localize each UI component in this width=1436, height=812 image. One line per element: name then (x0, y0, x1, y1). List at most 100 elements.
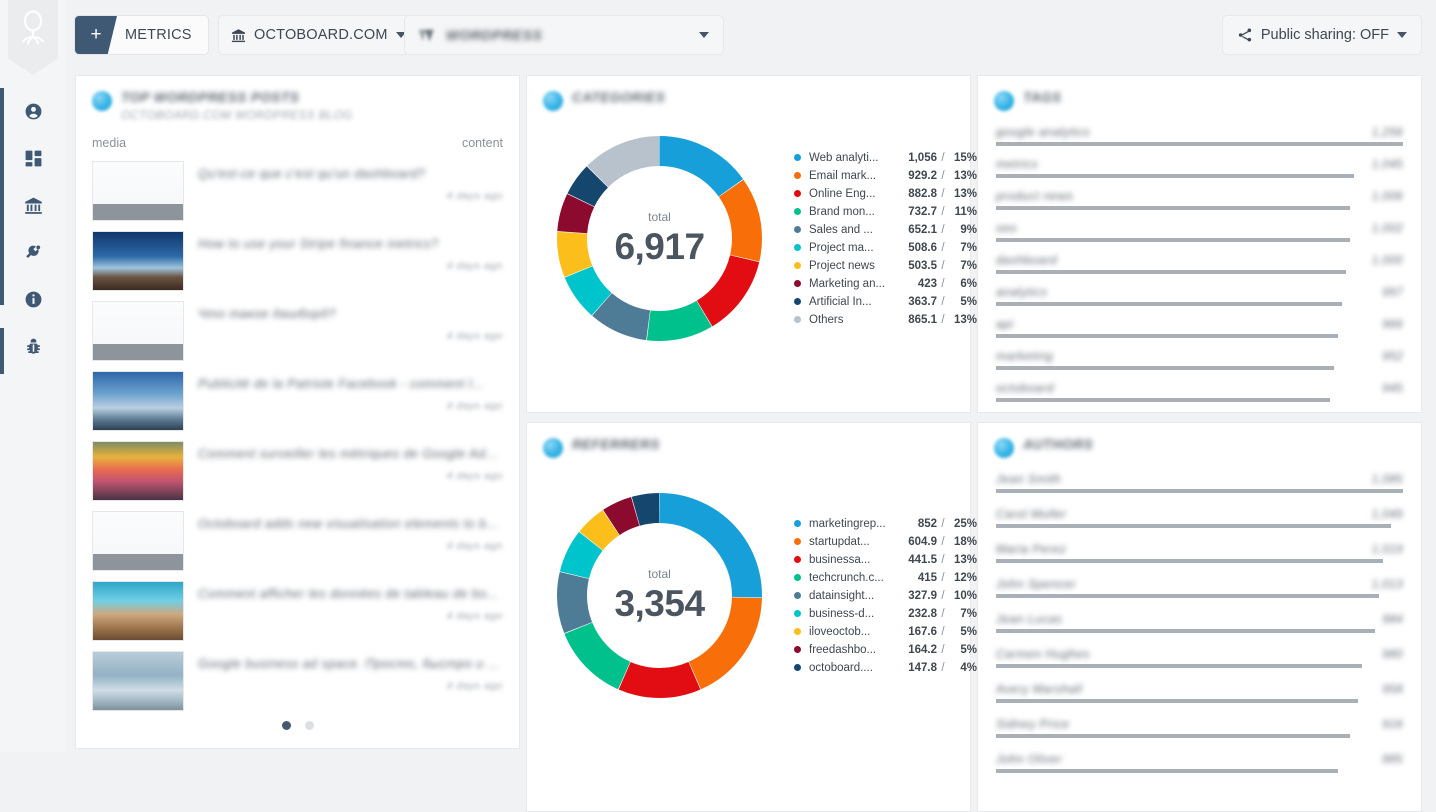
legend-value: 167.6 (891, 626, 937, 638)
post-row[interactable]: Comment afficher les données de tableau … (76, 576, 519, 646)
legend-label: techcrunch.c... (809, 572, 891, 584)
sidebar-item-account[interactable] (0, 88, 66, 135)
account-selector[interactable]: OCTOBOARD.COM (218, 15, 419, 55)
legend-item[interactable]: Project news503.5/7% (794, 257, 977, 275)
legend-item[interactable]: datainsight...327.9/10% (794, 587, 977, 605)
legend-percent: 13% (949, 314, 977, 326)
legend-item[interactable]: Email mark...929.2/13% (794, 167, 977, 185)
legend-color-dot (794, 172, 801, 179)
posts-pagination[interactable] (76, 721, 519, 730)
legend-item[interactable]: Project ma...508.6/7% (794, 239, 977, 257)
bar-fill (996, 398, 1330, 402)
post-row[interactable]: Octoboard adds new visualisation element… (76, 506, 519, 576)
legend-separator: / (937, 644, 949, 656)
legend-item[interactable]: Web analyti...1,056/15% (794, 149, 977, 167)
octoboard-bubble-icon (92, 91, 112, 111)
legend-color-dot (794, 298, 801, 305)
bar-list-item[interactable]: John Oliver 885 (996, 752, 1403, 773)
legend-color-dot (794, 556, 801, 563)
legend-item[interactable]: business-d...232.8/7% (794, 605, 977, 623)
sidebar-item-integrations[interactable] (0, 229, 66, 276)
post-row[interactable]: Qu'est-ce que c'est qu'un dashboard?4 da… (76, 156, 519, 226)
add-metrics-button[interactable]: + METRICS (74, 15, 209, 55)
bar-list-item[interactable]: Jean Lucas 984 (996, 612, 1403, 633)
public-sharing-button[interactable]: Public sharing: OFF (1222, 15, 1422, 55)
sidebar-item-info[interactable] (0, 276, 66, 323)
legend-item[interactable]: startupdat...604.9/18% (794, 533, 977, 551)
legend-label: business-d... (809, 608, 891, 620)
bar-list-item[interactable]: Carmen Hughes 980 (996, 647, 1403, 668)
post-content: Что такое дашборд?4 days ago (198, 301, 503, 342)
bar-label: Sidney Price (996, 717, 1069, 731)
pagination-dot[interactable] (305, 721, 314, 730)
bar-list-item[interactable]: John Spencer 1,013 (996, 577, 1403, 598)
bar-list-item[interactable]: analytics 997 (996, 285, 1403, 306)
bar-list-item[interactable]: api 966 (996, 317, 1403, 338)
post-row[interactable]: Publicité de la Patriote Facebook - comm… (76, 366, 519, 436)
legend-color-dot (794, 592, 801, 599)
bar-list-item[interactable]: Maria Perez 1,019 (996, 542, 1403, 563)
legend-item[interactable]: marketingrep...852/25% (794, 515, 977, 533)
bar-list-item[interactable]: metrics 1,045 (996, 157, 1403, 178)
legend-item[interactable]: octoboard....147.8/4% (794, 659, 977, 677)
legend-item[interactable]: iloveoctob...167.6/5% (794, 623, 977, 641)
post-row[interactable]: Google business ad space. Просто, быстро… (76, 646, 519, 716)
post-row[interactable]: Comment surveiller les métriques de Goog… (76, 436, 519, 506)
post-row[interactable]: How to use your Stripe finance metrics?4… (76, 226, 519, 296)
bar-label: Maria Perez (996, 542, 1066, 556)
bar-list-item[interactable]: marketing 952 (996, 349, 1403, 370)
app-logo[interactable] (8, 0, 58, 75)
bar-list-item[interactable]: google analytics 1,256 (996, 125, 1403, 146)
legend-item[interactable]: Brand mon...732.7/11% (794, 203, 977, 221)
post-thumbnail (92, 511, 184, 571)
bar-label: John Spencer (996, 577, 1076, 591)
sidebar-item-report-bug[interactable] (0, 323, 66, 370)
bar-label: Carol Muller (996, 507, 1067, 521)
legend-separator: / (937, 170, 949, 182)
legend-item[interactable]: techcrunch.c...415/12% (794, 569, 977, 587)
legend-item[interactable]: Sales and ...652.1/9% (794, 221, 977, 239)
total-label: total (648, 210, 671, 224)
bar-value: 958 (1382, 684, 1403, 696)
bar-list-item[interactable]: dashboard 1,000 (996, 253, 1403, 274)
legend-percent: 15% (949, 152, 977, 164)
sidebar-item-clients[interactable] (0, 182, 66, 229)
legend-separator: / (937, 152, 949, 164)
legend-item[interactable]: Artificial In...363.7/5% (794, 293, 977, 311)
bar-label: dashboard (996, 253, 1057, 267)
bar-fill (996, 664, 1362, 668)
bar-list-item[interactable]: Avery Marshall 958 (996, 682, 1403, 703)
post-row[interactable]: Что такое дашборд?4 days ago (76, 296, 519, 366)
legend-item[interactable]: Marketing an...423/6% (794, 275, 977, 293)
legend-label: Marketing an... (809, 278, 891, 290)
bar-track (996, 238, 1403, 242)
bar-fill (996, 334, 1338, 338)
bar-label: Jean Lucas (996, 612, 1062, 626)
legend-value: 732.7 (891, 206, 937, 218)
pagination-dot[interactable] (282, 721, 291, 730)
bar-fill (996, 366, 1334, 370)
bar-value: 1,256 (1372, 127, 1403, 139)
bar-list-item[interactable]: Carol Muller 1,049 (996, 507, 1403, 528)
bar-list-item[interactable]: product news 1,006 (996, 189, 1403, 210)
bar-list-item[interactable]: Sidney Price 916 (996, 717, 1403, 738)
legend-item[interactable]: Others865.1/13% (794, 311, 977, 329)
legend-item[interactable]: Online Eng...882.8/13% (794, 185, 977, 203)
bar-fill (996, 734, 1350, 738)
bar-value: 1,002 (1372, 223, 1403, 235)
legend-separator: / (937, 590, 949, 602)
bar-list-item[interactable]: Jean Smith 1,085 (996, 472, 1403, 493)
legend-percent: 9% (949, 224, 977, 236)
posts-column-headers: media content (76, 122, 519, 150)
bar-list-item[interactable]: seo 1,002 (996, 221, 1403, 242)
bar-list-item[interactable]: octoboard 945 (996, 381, 1403, 402)
sidebar-item-dashboards[interactable] (0, 135, 66, 182)
card-header: REFERRERS (527, 423, 970, 458)
legend-percent: 11% (949, 206, 977, 218)
post-timestamp: 4 days ago (198, 540, 503, 552)
post-content: Qu'est-ce que c'est qu'un dashboard?4 da… (198, 161, 503, 202)
legend-item[interactable]: freedashbo...164.2/5% (794, 641, 977, 659)
legend-value: 652.1 (891, 224, 937, 236)
legend-item[interactable]: businessa...441.5/13% (794, 551, 977, 569)
data-source-selector[interactable]: WORDPRESS (404, 15, 724, 55)
